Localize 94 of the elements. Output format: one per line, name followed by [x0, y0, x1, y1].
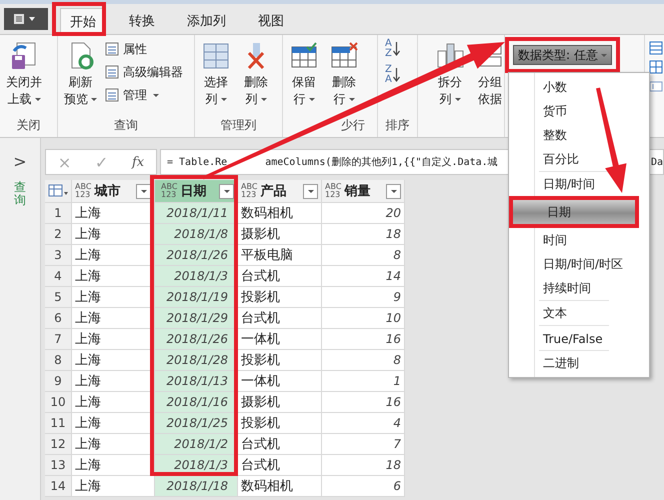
row-number: 4 — [45, 266, 72, 287]
row-number: 13 — [45, 455, 72, 476]
expand-button[interactable]: > — [13, 152, 27, 171]
list-icon — [104, 87, 120, 103]
formula-text: ameColumns(删除的其他列1,{{"自定义.Data.城 — [265, 156, 498, 169]
group-label: 管理列 — [220, 117, 258, 134]
table-cell: 8 — [322, 350, 405, 371]
table-cell: 10 — [322, 308, 405, 329]
menu-item[interactable]: 二进制 — [509, 351, 583, 375]
file-menu-button[interactable] — [4, 8, 48, 30]
table-cell: 投影机 — [238, 287, 322, 308]
row-number: 7 — [45, 329, 72, 350]
row-number: 3 — [45, 245, 72, 266]
table-cell: 14 — [322, 266, 405, 287]
grid-icon — [201, 41, 231, 71]
list-icon — [104, 41, 120, 57]
table-cell: 16 — [322, 392, 405, 413]
table-cell: 6 — [322, 476, 405, 497]
table-cell: 2018/1/18 — [155, 476, 238, 497]
table-cell: 9 — [322, 287, 405, 308]
menu-item[interactable]: 小数 — [509, 75, 571, 99]
highlight-frame — [52, 2, 106, 36]
group-label: 少行 — [340, 117, 366, 134]
table-cell: 平板电脑 — [238, 245, 322, 266]
row-number: 6 — [45, 308, 72, 329]
filter-button[interactable] — [386, 184, 401, 198]
ribbon-button[interactable]: 删除 列 — [238, 39, 274, 110]
menu-item[interactable]: 货币 — [509, 99, 571, 123]
type-icon[interactable]: ABC 123 — [75, 183, 92, 199]
table-cell: 数码相机 — [238, 476, 322, 497]
down-arrow-icon — [392, 67, 400, 83]
down-arrow-icon — [392, 41, 400, 57]
queries-pane-title: 查询 — [14, 181, 26, 208]
table-cell: 一体机 — [238, 329, 322, 350]
row-number: 10 — [45, 392, 72, 413]
table-cell: 20 — [322, 203, 405, 224]
row-number: 5 — [45, 287, 72, 308]
filter-button[interactable] — [219, 184, 234, 198]
row-number: 2 — [45, 224, 72, 245]
table-cell: 18 — [322, 455, 405, 476]
type-icon[interactable]: ABC 123 — [325, 183, 342, 199]
row-number: 12 — [45, 434, 72, 455]
ribbon-button[interactable]: 删除 行 — [326, 39, 362, 110]
group-label: 查询 — [113, 117, 139, 134]
table-cell: 投影机 — [238, 413, 322, 434]
table-cell: 台式机 — [238, 308, 322, 329]
row-number: 11 — [45, 413, 72, 434]
table-cell: 4 — [322, 413, 405, 434]
filter-button[interactable] — [303, 184, 318, 198]
row-number: 14 — [45, 476, 72, 497]
ribbon-button[interactable]: 属性 — [104, 39, 183, 59]
type-icon[interactable]: ABC 123 — [161, 183, 178, 199]
table-cell: 台式机 — [238, 434, 322, 455]
group-label: 关闭 — [16, 117, 42, 134]
table-cell: 8 — [322, 245, 405, 266]
table-cell: 数码相机 — [238, 203, 322, 224]
menu-item[interactable]: 日期/时间/时区 — [509, 252, 628, 276]
menu-item[interactable]: 整数 — [509, 123, 571, 147]
table-cell: 16 — [322, 329, 405, 350]
menu-item[interactable]: 时间 — [509, 228, 571, 252]
formula-text: = Table.Re — [167, 156, 228, 168]
row-number: 8 — [45, 350, 72, 371]
menu-item[interactable]: 日期 — [513, 200, 635, 224]
ribbon-tab[interactable]: 转换 — [120, 8, 164, 34]
function-button[interactable]: fx — [132, 154, 144, 170]
ribbon-tab[interactable]: 视图 — [249, 8, 293, 34]
group-label: 排序 — [384, 117, 410, 134]
table-cell: 投影机 — [238, 350, 322, 371]
table-cell: 18 — [322, 224, 405, 245]
list-icon — [104, 64, 120, 80]
table-cell: 摄影机 — [238, 224, 322, 245]
filter-button[interactable] — [136, 184, 151, 198]
ribbon-button[interactable]: 管理 — [104, 85, 183, 105]
table-cell: 7 — [322, 434, 405, 455]
table-cell: 一体机 — [238, 371, 322, 392]
type-icon[interactable]: ABC 123 — [241, 183, 258, 199]
sort-button[interactable]: A Z — [385, 39, 400, 59]
menu-item[interactable]: 日期/时间 — [509, 172, 600, 196]
table-cell: 台式机 — [238, 266, 322, 287]
table-cell: 摄影机 — [238, 392, 322, 413]
ribbon-button[interactable]: 选择 列 — [198, 39, 234, 110]
ribbon-tab[interactable]: 添加列 — [178, 8, 235, 34]
ribbon-button[interactable]: 刷新 预览 — [61, 39, 100, 110]
ribbon-button[interactable]: 保留 行 — [286, 39, 322, 110]
table-cell: 1 — [322, 371, 405, 392]
data-type-dropdown[interactable]: 数据类型: 任意 — [513, 45, 612, 65]
sort-button[interactable]: Z A — [385, 65, 400, 85]
row-number: 1 — [45, 203, 72, 224]
table-cell: 台式机 — [238, 455, 322, 476]
row-number: 9 — [45, 371, 72, 392]
ribbon-button[interactable]: 关闭并 上载 — [3, 39, 45, 110]
ribbon-button[interactable]: 高级编辑器 — [104, 62, 183, 82]
table-menu-icon[interactable] — [48, 184, 68, 198]
formula-text: Da — [650, 156, 663, 168]
